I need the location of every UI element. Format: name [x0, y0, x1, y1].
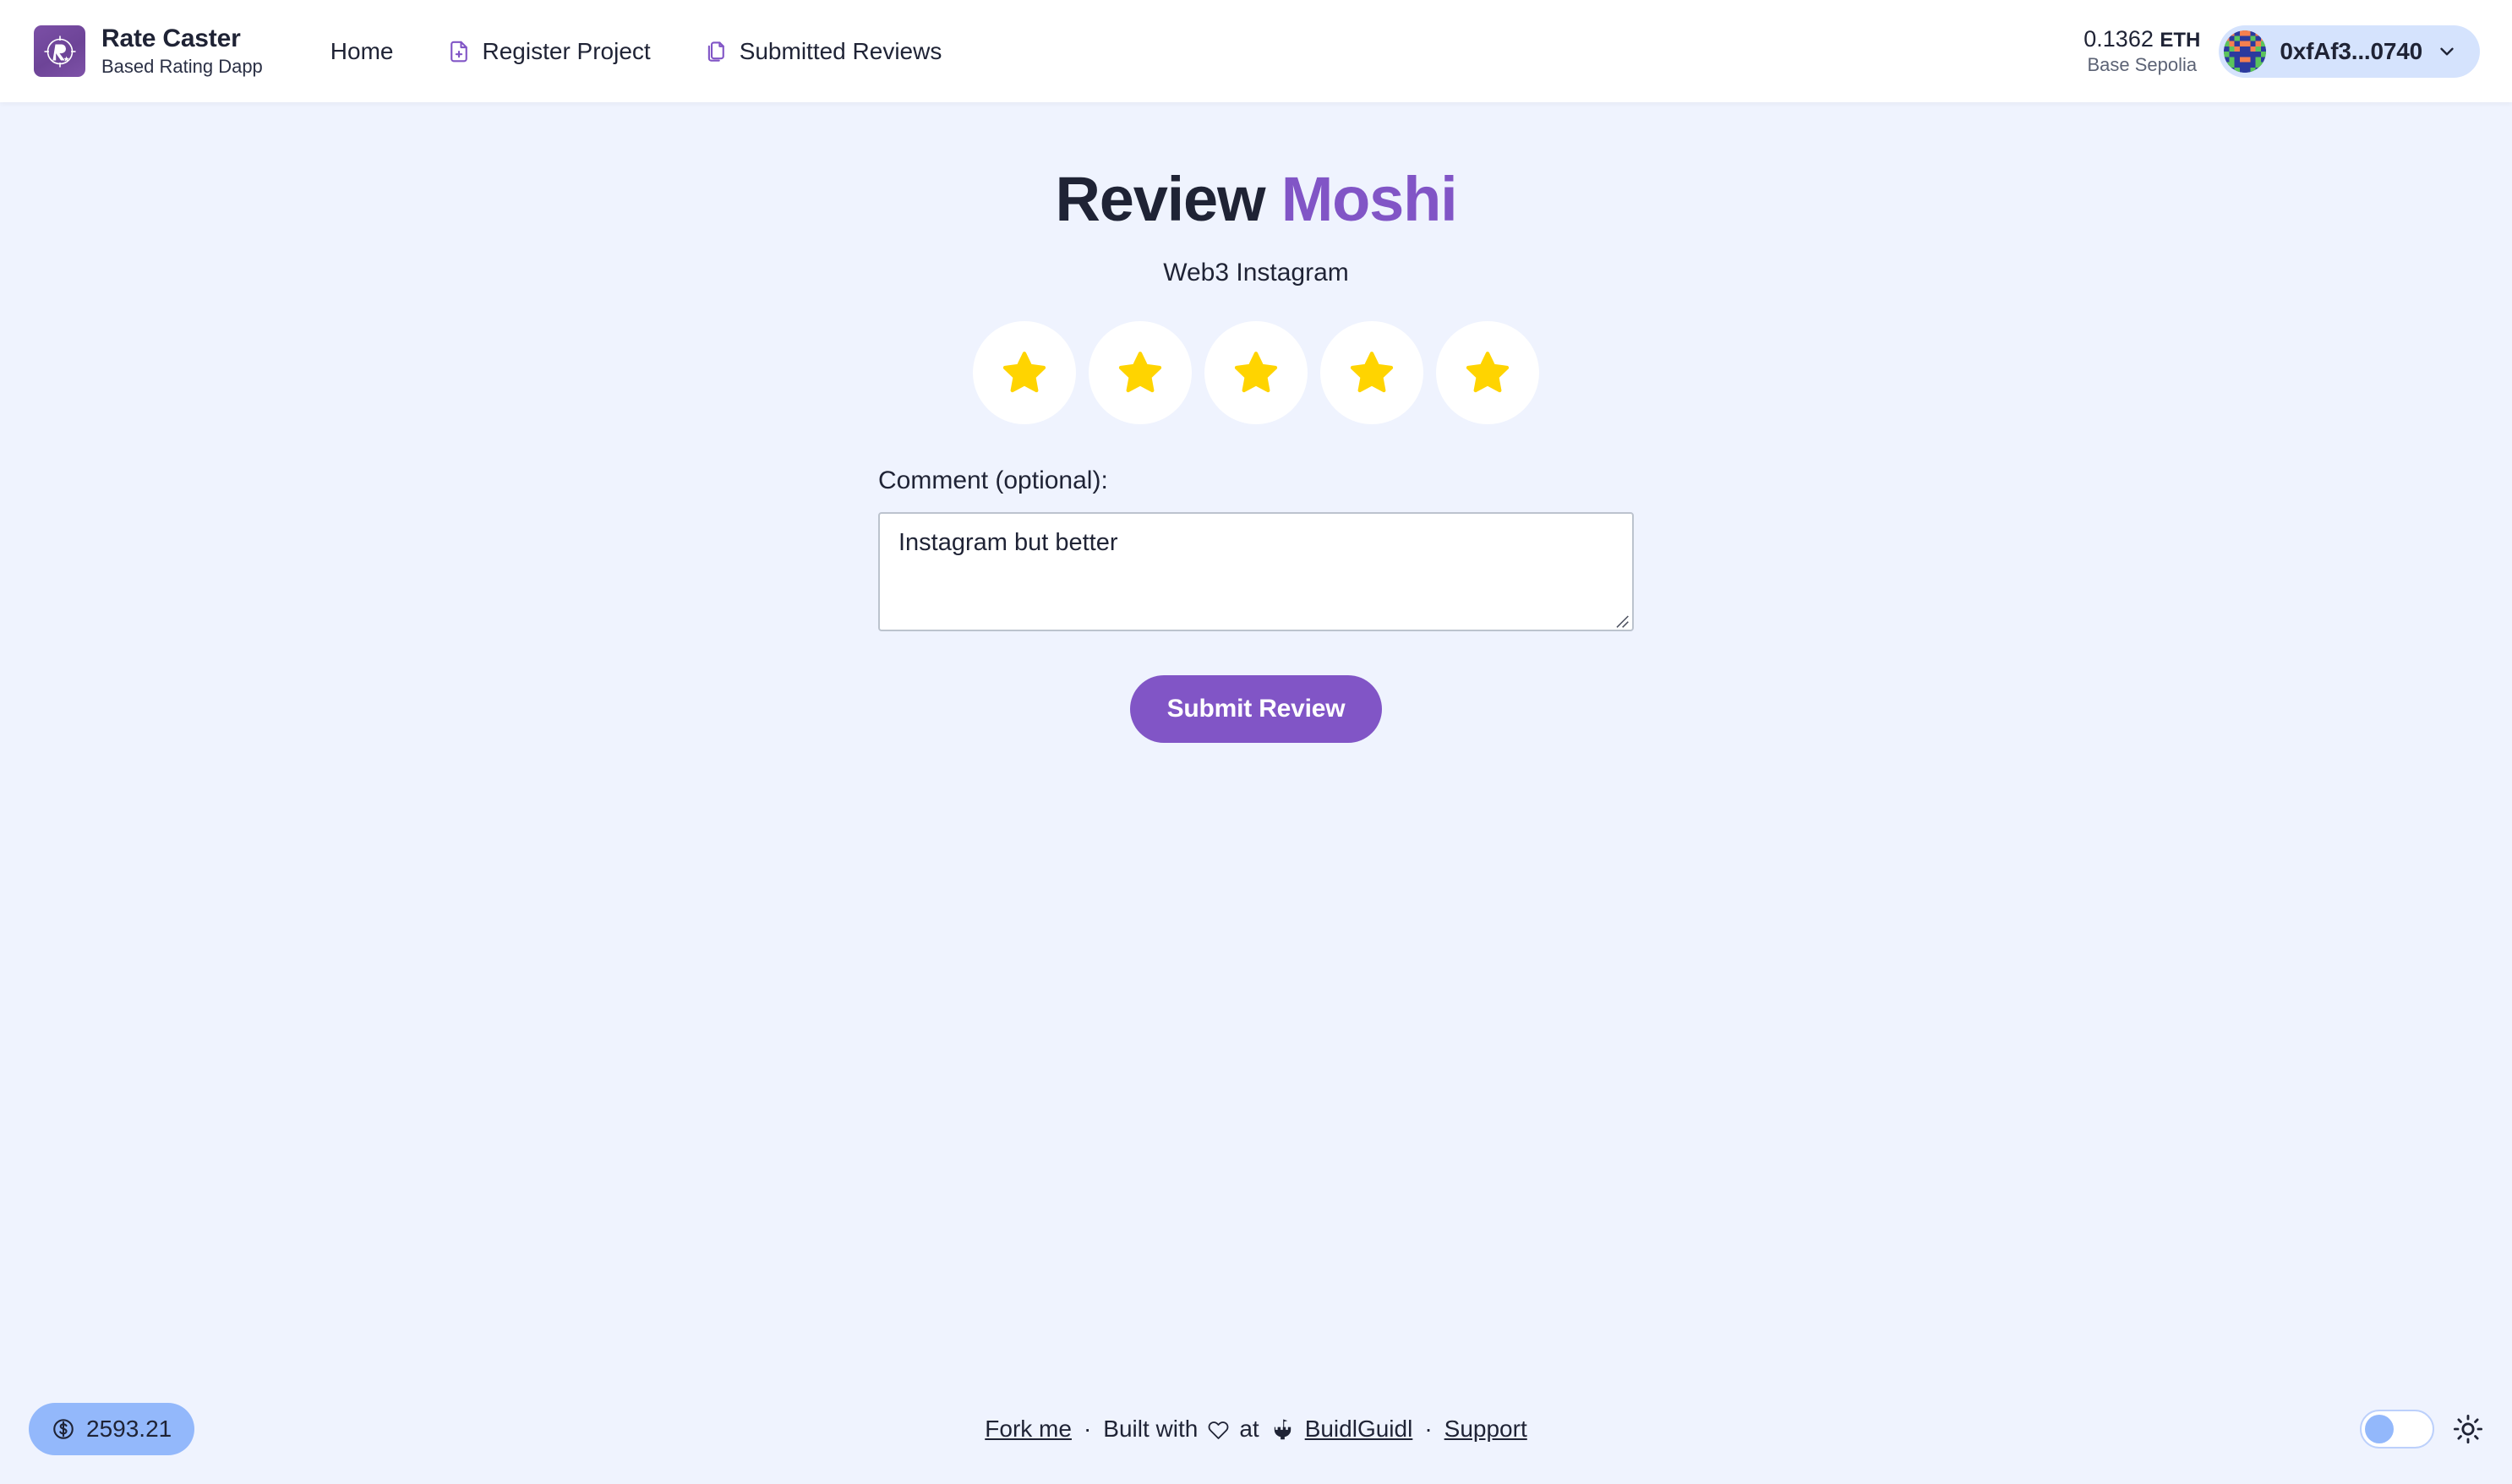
submit-review-button[interactable]: Submit Review: [1129, 675, 1383, 743]
star-rating-5[interactable]: [1436, 321, 1539, 424]
primary-nav: Home Register Project Submitted Reviews: [312, 28, 961, 75]
balance-symbol: ETH: [2160, 28, 2201, 52]
wallet-address-label: 0xfAf3...0740: [2280, 37, 2422, 64]
built-with-text: Built with at: [1103, 1416, 1259, 1443]
page-title-project-name: Moshi: [1281, 164, 1458, 234]
sun-icon[interactable]: [2453, 1414, 2483, 1444]
brand-logo-link[interactable]: Rate Caster Based Rating Dapp: [34, 25, 263, 77]
star-rating-1[interactable]: [973, 321, 1076, 424]
buidlguidl-group: BuidlGuidl: [1271, 1416, 1413, 1443]
wallet-address-button[interactable]: 0xfAf3...0740: [2219, 25, 2480, 78]
theme-switcher: [2360, 1410, 2483, 1449]
documents-copy-icon: [703, 39, 729, 64]
buidlguidl-castle-icon: [1271, 1418, 1296, 1441]
network-name: Base Sepolia: [2087, 54, 2198, 76]
document-plus-icon: [446, 39, 472, 64]
wallet-area: 0.1362 ETH Base Sepolia 0xfAf3...0740: [2083, 25, 2480, 78]
footer-links: Fork me · Built with at BuidlGuidl · Sup…: [0, 1416, 2512, 1443]
page-title: Review Moshi: [1055, 163, 1458, 235]
balance-amount-row: 0.1362 ETH: [2083, 26, 2200, 53]
blockie-avatar-icon: [2224, 30, 2267, 73]
nav-item-home[interactable]: Home: [312, 28, 412, 75]
dollar-circle-icon: [52, 1417, 75, 1441]
buidlguidl-link[interactable]: BuidlGuidl: [1305, 1416, 1413, 1443]
built-with-label: Built with: [1103, 1416, 1199, 1442]
chevron-down-icon: [2436, 41, 2458, 63]
page-title-prefix: Review: [1055, 164, 1281, 234]
footer-separator-1: ·: [1083, 1416, 1092, 1442]
comment-block: Comment (optional):: [878, 466, 1634, 631]
comment-label: Comment (optional):: [878, 466, 1108, 494]
footer: 2593.21 Fork me · Built with at BuidlGui…: [0, 1374, 2512, 1484]
rate-caster-r-logo-icon: [34, 25, 85, 77]
heart-icon: [1207, 1418, 1230, 1441]
project-description: Web3 Instagram: [1163, 259, 1349, 286]
eth-price-value: 2593.21: [86, 1416, 172, 1442]
main-content: Review Moshi Web3 Instagram Comment (opt…: [0, 102, 2512, 1484]
balance-amount: 0.1362: [2083, 25, 2154, 52]
star-rating-control: [973, 321, 1539, 424]
nav-label-register-project: Register Project: [482, 37, 651, 64]
at-label: at: [1239, 1416, 1259, 1442]
wallet-balance[interactable]: 0.1362 ETH Base Sepolia: [2083, 26, 2200, 77]
nav-item-register-project[interactable]: Register Project: [428, 28, 669, 75]
star-rating-3[interactable]: [1204, 321, 1308, 424]
nav-label-submitted-reviews: Submitted Reviews: [739, 37, 942, 64]
theme-toggle-knob: [2365, 1415, 2394, 1443]
comment-input-wrapper: [878, 512, 1634, 631]
nav-label-home: Home: [330, 37, 394, 64]
comment-textarea[interactable]: [878, 512, 1634, 631]
brand-title: Rate Caster: [101, 25, 241, 53]
eth-price-badge[interactable]: 2593.21: [29, 1403, 195, 1455]
star-rating-4[interactable]: [1320, 321, 1423, 424]
nav-item-submitted-reviews[interactable]: Submitted Reviews: [685, 28, 961, 75]
star-rating-2[interactable]: [1089, 321, 1192, 424]
brand-subtitle: Based Rating Dapp: [101, 55, 263, 77]
footer-separator-2: ·: [1424, 1416, 1433, 1442]
fork-me-link[interactable]: Fork me: [985, 1416, 1072, 1443]
top-navigation-bar: Rate Caster Based Rating Dapp Home Regis…: [0, 0, 2512, 102]
support-link[interactable]: Support: [1444, 1416, 1527, 1443]
theme-toggle-switch[interactable]: [2360, 1410, 2434, 1449]
